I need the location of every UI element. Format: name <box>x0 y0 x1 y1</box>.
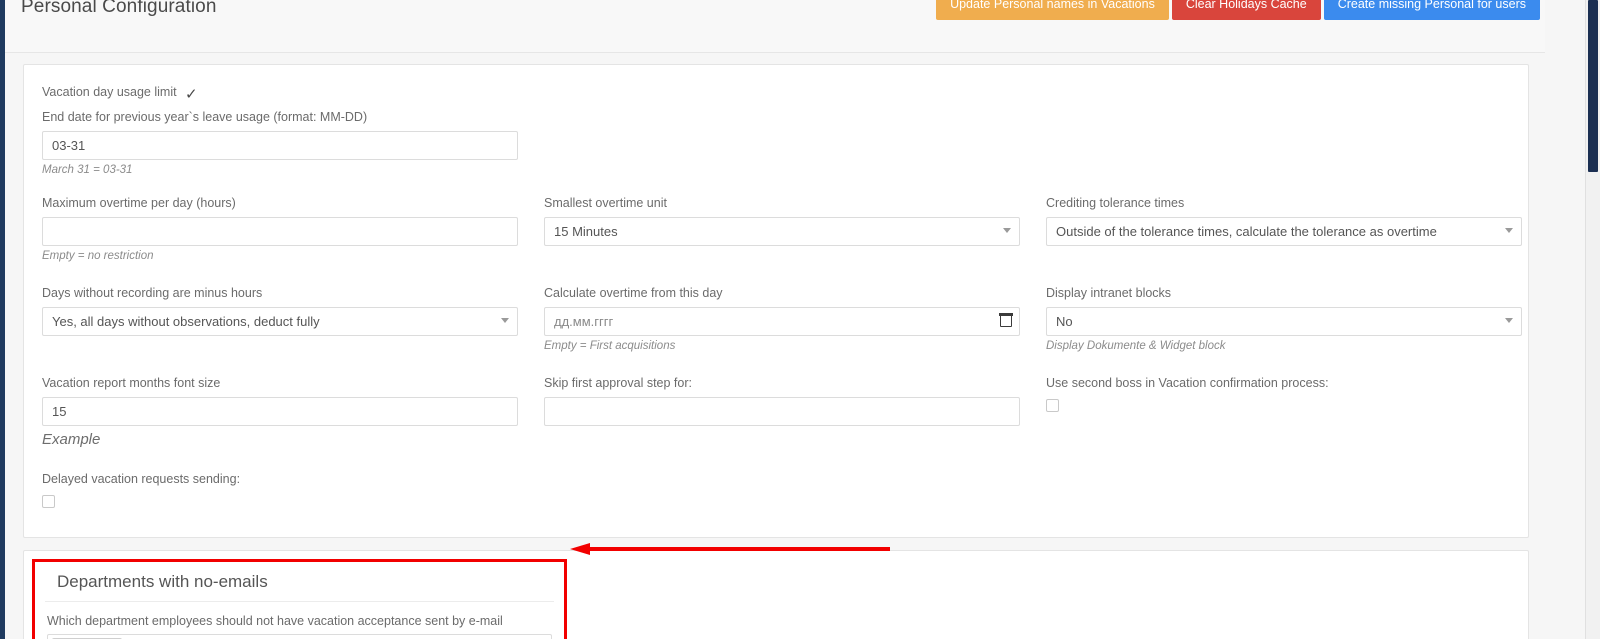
skip-first-approval-step-label: Skip first approval step for: <box>544 376 692 390</box>
settings-row-1: Maximum overtime per day (hours) Empty =… <box>42 195 1522 268</box>
page-scrollbar[interactable] <box>1585 0 1600 639</box>
settings-col-mid-1: Smallest overtime unit <box>544 195 1020 268</box>
max-overtime-per-day-label: Maximum overtime per day (hours) <box>42 196 236 210</box>
calculate-overtime-from-day-label: Calculate overtime from this day <box>544 286 723 300</box>
vacation-day-usage-limit-label: Vacation day usage limit <box>42 85 177 99</box>
use-second-boss-checkbox[interactable] <box>1046 399 1059 413</box>
field-vacation-report-font-size: Vacation report months font size Example <box>42 375 518 450</box>
field-vacation-day-usage-limit: Vacation day usage limit ✓ <box>42 83 1510 105</box>
vacation-report-font-size-input[interactable] <box>42 397 518 426</box>
days-without-recording-select-wrap <box>42 307 518 336</box>
departments-panel-description: Which department employees should not ha… <box>47 614 503 628</box>
vacation-report-font-size-label: Vacation report months font size <box>42 376 221 390</box>
page-header: Personal Configuration Update Personal n… <box>5 0 1545 53</box>
settings-panel-body: Vacation day usage limit ✓ End date for … <box>24 65 1528 537</box>
field-use-second-boss: Use second boss in Vacation confirmation… <box>1046 375 1522 415</box>
settings-col-right-1: Crediting tolerance times <box>1046 195 1522 268</box>
crediting-tolerance-times-select-wrap <box>1046 217 1522 246</box>
page-title: Personal Configuration <box>21 0 217 17</box>
settings-col-right-3: Use second boss in Vacation confirmation… <box>1046 375 1522 454</box>
max-overtime-per-day-hint: Empty = no restriction <box>42 250 154 262</box>
departments-tag-input[interactable]: ✕ Leiterin <box>47 634 552 639</box>
settings-col-left-1: Maximum overtime per day (hours) Empty =… <box>42 195 518 268</box>
settings-col-left-2: Days without recording are minus hours <box>42 285 518 358</box>
end-date-previous-year-input[interactable] <box>42 131 518 160</box>
field-days-without-recording: Days without recording are minus hours <box>42 285 518 336</box>
display-intranet-blocks-label: Display intranet blocks <box>1046 286 1172 300</box>
checkmark-icon[interactable]: ✓ <box>185 87 198 102</box>
settings-col-left-3: Vacation report months font size Example <box>42 375 518 454</box>
smallest-overtime-unit-label: Smallest overtime unit <box>544 196 667 210</box>
delayed-vacation-requests-checkbox[interactable] <box>42 495 55 509</box>
end-date-previous-year-label: End date for previous year`s leave usage… <box>42 110 368 124</box>
settings-col-left-4: Delayed vacation requests sending: <box>42 471 518 515</box>
clear-holidays-cache-button[interactable]: Clear Holidays Cache <box>1171 0 1321 20</box>
page-content: Personal Configuration Update Personal n… <box>5 0 1545 639</box>
display-intranet-blocks-select-wrap <box>1046 307 1522 336</box>
departments-highlight-box: Departments with no-emails Which departm… <box>32 559 567 639</box>
display-intranet-blocks-hint: Display Dokumente & Widget block <box>1046 340 1226 352</box>
settings-col-mid-2: Calculate overtime from this day Empty =… <box>544 285 1020 358</box>
calculate-overtime-from-day-input[interactable] <box>544 307 1020 336</box>
create-missing-personal-button[interactable]: Create missing Personal for users <box>1323 0 1540 20</box>
field-crediting-tolerance-times: Crediting tolerance times <box>1046 195 1522 246</box>
crediting-tolerance-times-select[interactable] <box>1046 217 1522 246</box>
smallest-overtime-unit-select-wrap <box>544 217 1020 246</box>
days-without-recording-select[interactable] <box>42 307 518 336</box>
days-without-recording-label: Days without recording are minus hours <box>42 286 263 300</box>
display-intranet-blocks-select[interactable] <box>1046 307 1522 336</box>
field-calculate-overtime-from-day: Calculate overtime from this day Empty =… <box>544 285 1020 354</box>
use-second-boss-label: Use second boss in Vacation confirmation… <box>1046 376 1329 390</box>
delayed-vacation-requests-label: Delayed vacation requests sending: <box>42 472 241 486</box>
departments-panel-title: Departments with no-emails <box>45 562 554 602</box>
settings-panel: Vacation day usage limit ✓ End date for … <box>23 64 1529 538</box>
field-smallest-overtime-unit: Smallest overtime unit <box>544 195 1020 246</box>
skip-first-approval-step-input[interactable] <box>544 397 1020 426</box>
calculate-overtime-from-day-hint: Empty = First acquisitions <box>544 340 676 352</box>
field-display-intranet-blocks: Display intranet blocks Display Dokument… <box>1046 285 1522 354</box>
screenshot-viewport: Personal Configuration Update Personal n… <box>0 0 1600 639</box>
vacation-report-font-size-example: Example <box>42 431 101 448</box>
max-overtime-per-day-input[interactable] <box>42 217 518 246</box>
settings-col-right-2: Display intranet blocks Display Dokument… <box>1046 285 1522 358</box>
field-max-overtime-per-day: Maximum overtime per day (hours) Empty =… <box>42 195 518 264</box>
crediting-tolerance-times-label: Crediting tolerance times <box>1046 196 1185 210</box>
update-personal-names-button[interactable]: Update Personal names in Vacations <box>936 0 1169 20</box>
page-scrollbar-thumb[interactable] <box>1588 0 1598 172</box>
end-date-previous-year-hint: March 31 = 03-31 <box>42 164 133 176</box>
field-skip-first-approval-step: Skip first approval step for: <box>544 375 1020 426</box>
field-delayed-vacation-requests: Delayed vacation requests sending: <box>42 471 518 511</box>
settings-col-mid-3: Skip first approval step for: <box>544 375 1020 454</box>
settings-row-2: Days without recording are minus hours C… <box>42 285 1522 358</box>
settings-row-3: Vacation report months font size Example… <box>42 375 1510 454</box>
header-actions: Update Personal names in Vacations Clear… <box>936 0 1540 20</box>
settings-row-4: Delayed vacation requests sending: <box>42 471 1510 515</box>
smallest-overtime-unit-select[interactable] <box>544 217 1020 246</box>
field-end-date-previous-year: End date for previous year`s leave usage… <box>42 109 1510 178</box>
departments-panel: Departments with no-emails Which departm… <box>23 550 1529 639</box>
calculate-overtime-date-wrap <box>544 307 1020 336</box>
